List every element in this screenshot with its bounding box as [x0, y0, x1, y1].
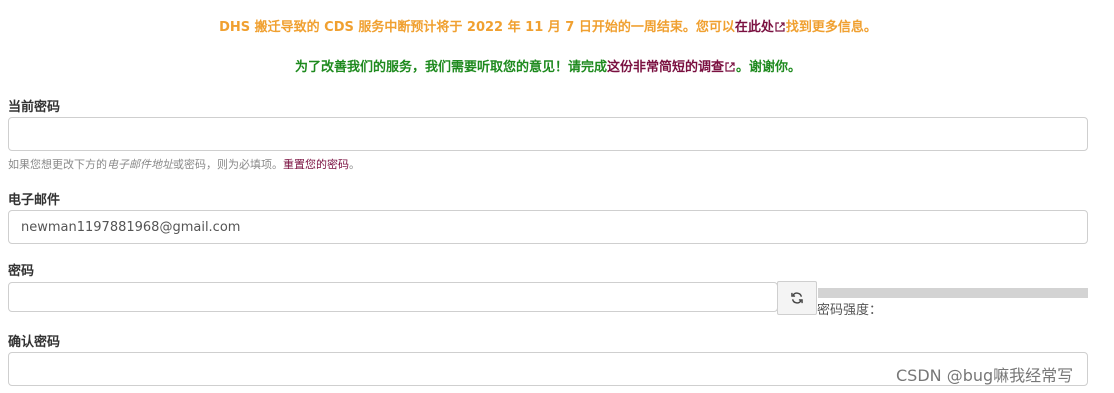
survey-notice-suffix: 。谢谢你。 [736, 60, 802, 75]
survey-notice-text: 为了改善我们的服务，我们需要听取您的意见！请完成 [294, 60, 607, 75]
current-password-input[interactable] [8, 117, 1088, 151]
survey-link[interactable]: 这份非常简短的调查 [607, 60, 736, 75]
confirm-password-label: 确认密码 [8, 335, 61, 350]
csdn-watermark: CSDN @bug嘛我经常写 [896, 366, 1074, 385]
outage-notice: DHS 搬迁导致的 CDS 服务中断预计将于 2022 年 11 月 7 日开始… [0, 16, 1096, 35]
survey-notice: 为了改善我们的服务，我们需要听取您的意见！请完成这份非常简短的调查 。谢谢你。 [0, 56, 1096, 75]
outage-notice-text: DHS 搬迁导致的 CDS 服务中断预计将于 2022 年 11 月 7 日开始… [219, 20, 735, 35]
password-label: 密码 [8, 264, 35, 279]
outage-notice-suffix: 找到更多信息。 [785, 20, 877, 35]
password-strength-label: 密码强度： [817, 303, 883, 318]
external-link-icon [775, 22, 785, 32]
refresh-icon [791, 292, 803, 304]
password-input[interactable] [8, 282, 778, 312]
generate-password-button[interactable] [777, 281, 817, 315]
outage-info-link[interactable]: 在此处 [735, 20, 786, 35]
email-field[interactable] [8, 210, 1088, 244]
current-password-label: 当前密码 [8, 100, 61, 115]
password-help-text: 如果您想更改下方的电子邮件地址或密码，则为必填项。重置您的密码。 [8, 158, 360, 171]
help-emphasis: 电子邮件地址 [107, 158, 173, 171]
password-strength-meter [818, 288, 1088, 298]
external-link-icon [725, 62, 735, 72]
email-label: 电子邮件 [8, 193, 61, 208]
reset-password-link[interactable]: 重置您的密码 [283, 158, 349, 171]
